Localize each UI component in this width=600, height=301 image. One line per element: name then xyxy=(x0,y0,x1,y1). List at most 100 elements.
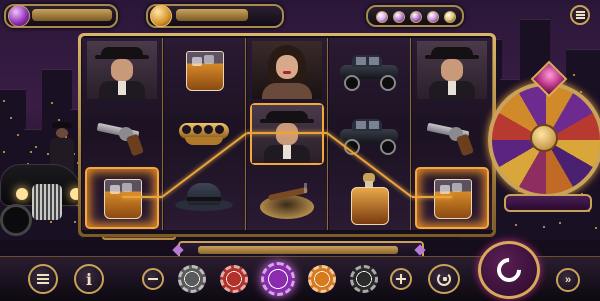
hamburger-icon xyxy=(37,274,49,284)
vintage-car-symbol xyxy=(334,105,404,163)
menu-icon xyxy=(575,11,585,19)
increase-bet-button[interactable] xyxy=(390,268,412,290)
gangster-portrait-symbol xyxy=(87,41,157,99)
reel-cell xyxy=(334,169,404,227)
info-button[interactable]: i xyxy=(74,264,104,294)
gangster-portrait-symbol xyxy=(251,105,322,163)
reel-column xyxy=(82,38,164,230)
cigar-ashtray-symbol xyxy=(252,169,322,227)
autoplay-icon xyxy=(437,272,451,286)
spin-button[interactable] xyxy=(478,241,540,299)
win-value xyxy=(198,246,398,254)
gangster-portrait-part xyxy=(447,81,456,95)
revolver-part xyxy=(455,133,474,157)
whiskey-decanter-part xyxy=(351,187,390,225)
wheel-status-bar xyxy=(504,194,592,212)
payline-segment xyxy=(286,132,327,134)
bet-panel xyxy=(146,4,284,28)
reel-grid xyxy=(81,36,493,234)
decrease-bet-button[interactable] xyxy=(142,268,164,290)
fedora-hat-part xyxy=(187,197,222,201)
whiskey-decanter-symbol xyxy=(334,169,404,227)
vintage-car-part xyxy=(369,57,380,65)
whiskey-glass-part xyxy=(110,185,120,194)
revolver-symbol xyxy=(417,105,487,163)
reel-column xyxy=(246,38,329,230)
vintage-car-part xyxy=(344,75,361,91)
chip-black-button[interactable] xyxy=(350,265,378,293)
gangster-portrait-symbol xyxy=(416,41,487,99)
gangster-portrait-part xyxy=(282,145,291,159)
level-gem-icon xyxy=(444,11,456,23)
gangster-portrait-part xyxy=(275,123,298,145)
vintage-car-part xyxy=(380,139,397,155)
payline-segment xyxy=(122,196,162,198)
brass-knuckles-part xyxy=(185,137,224,145)
fast-forward-icon: » xyxy=(564,274,572,286)
whiskey-glass-part xyxy=(192,57,203,66)
balance-value xyxy=(32,9,112,21)
brass-knuckles-symbol xyxy=(169,105,239,163)
level-gem-icon xyxy=(376,11,388,23)
level-gem-icon xyxy=(393,11,405,23)
spin-arrow-icon xyxy=(492,253,526,287)
whiskey-glass-part xyxy=(204,55,215,64)
autoplay-button[interactable] xyxy=(428,264,460,294)
payline-segment xyxy=(411,196,452,198)
bonus-wheel[interactable] xyxy=(488,82,600,198)
reel-frame xyxy=(78,33,496,237)
chip-orange-button[interactable] xyxy=(308,265,336,293)
vintage-car-part xyxy=(380,75,397,91)
chip-gray-button[interactable] xyxy=(178,265,206,293)
whiskey-glass-part xyxy=(439,185,450,194)
whiskey-glass-symbol xyxy=(169,41,239,99)
chip-red-button[interactable] xyxy=(220,265,248,293)
menu-button[interactable] xyxy=(570,5,590,25)
reel-cell xyxy=(169,41,239,99)
reel-cell xyxy=(252,169,322,227)
gangster-portrait-part xyxy=(440,59,463,81)
reel-cell xyxy=(334,105,404,163)
level-indicator xyxy=(366,5,464,27)
whiskey-glass-symbol xyxy=(417,169,487,227)
balance-panel xyxy=(4,4,118,28)
fedora-hat-part xyxy=(187,183,222,205)
vintage-car-part xyxy=(369,121,380,129)
reel-column xyxy=(164,38,246,230)
info-icon: i xyxy=(85,269,93,289)
whiskey-glass-part xyxy=(122,183,132,192)
settings-menu-button[interactable] xyxy=(28,264,58,294)
whiskey-glass-symbol xyxy=(87,169,157,227)
reel-cell xyxy=(417,105,487,163)
reel-cell xyxy=(417,169,487,227)
level-gem-icon xyxy=(427,11,439,23)
purple-gem-icon xyxy=(8,5,30,27)
minus-icon xyxy=(148,278,158,280)
woman-portrait-part xyxy=(282,71,291,74)
reel-cell xyxy=(251,41,322,99)
turbo-button[interactable]: » xyxy=(556,268,580,292)
payline-segment xyxy=(246,132,287,134)
gangster-portrait-part xyxy=(118,81,126,95)
plus-icon xyxy=(396,274,406,284)
revolver-symbol xyxy=(87,105,157,163)
cigar-ashtray-part xyxy=(303,183,307,193)
reel-cell xyxy=(169,169,239,227)
gold-coin-icon xyxy=(150,5,172,27)
chip-purple-button[interactable] xyxy=(261,262,295,296)
reel-column xyxy=(329,38,411,230)
bet-value xyxy=(176,9,248,21)
reel-cell xyxy=(169,105,239,163)
gangster-portrait-part xyxy=(111,59,133,81)
reel-cell xyxy=(87,41,157,99)
woman-portrait-symbol xyxy=(251,41,322,99)
reel-cell xyxy=(416,41,487,99)
woman-portrait-part xyxy=(261,83,312,99)
vintage-car-symbol xyxy=(334,41,404,99)
reel-cell xyxy=(334,41,404,99)
fedora-hat-symbol xyxy=(169,169,239,227)
reel-cell xyxy=(251,105,322,163)
vintage-car-part xyxy=(356,121,367,129)
vintage-car-part xyxy=(356,57,367,65)
wheel-hub xyxy=(530,124,558,152)
